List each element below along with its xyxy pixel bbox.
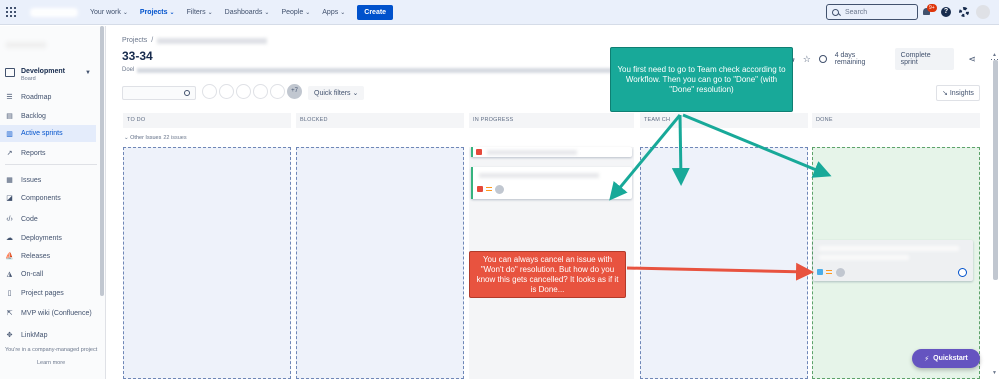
arrow-to-team-check [671,114,690,186]
scroll-down-arrow[interactable]: ▼ [992,370,997,376]
quickstart-button[interactable]: ⚡ Quickstart [912,349,980,368]
main-scrollbar[interactable] [993,60,998,280]
scroll-up-arrow[interactable]: ▲ [992,52,997,58]
arrow-to-done [682,113,832,178]
annotation-wont-do: You can always cancel an issue with "Won… [469,251,626,298]
arrow-to-in-progress [609,114,682,201]
lightbulb-icon: ⚡ [924,355,930,363]
arrow-to-done-card [626,262,814,281]
annotation-team-check: You first need to go to Team check accor… [610,47,793,112]
annotation-arrows [609,113,832,281]
